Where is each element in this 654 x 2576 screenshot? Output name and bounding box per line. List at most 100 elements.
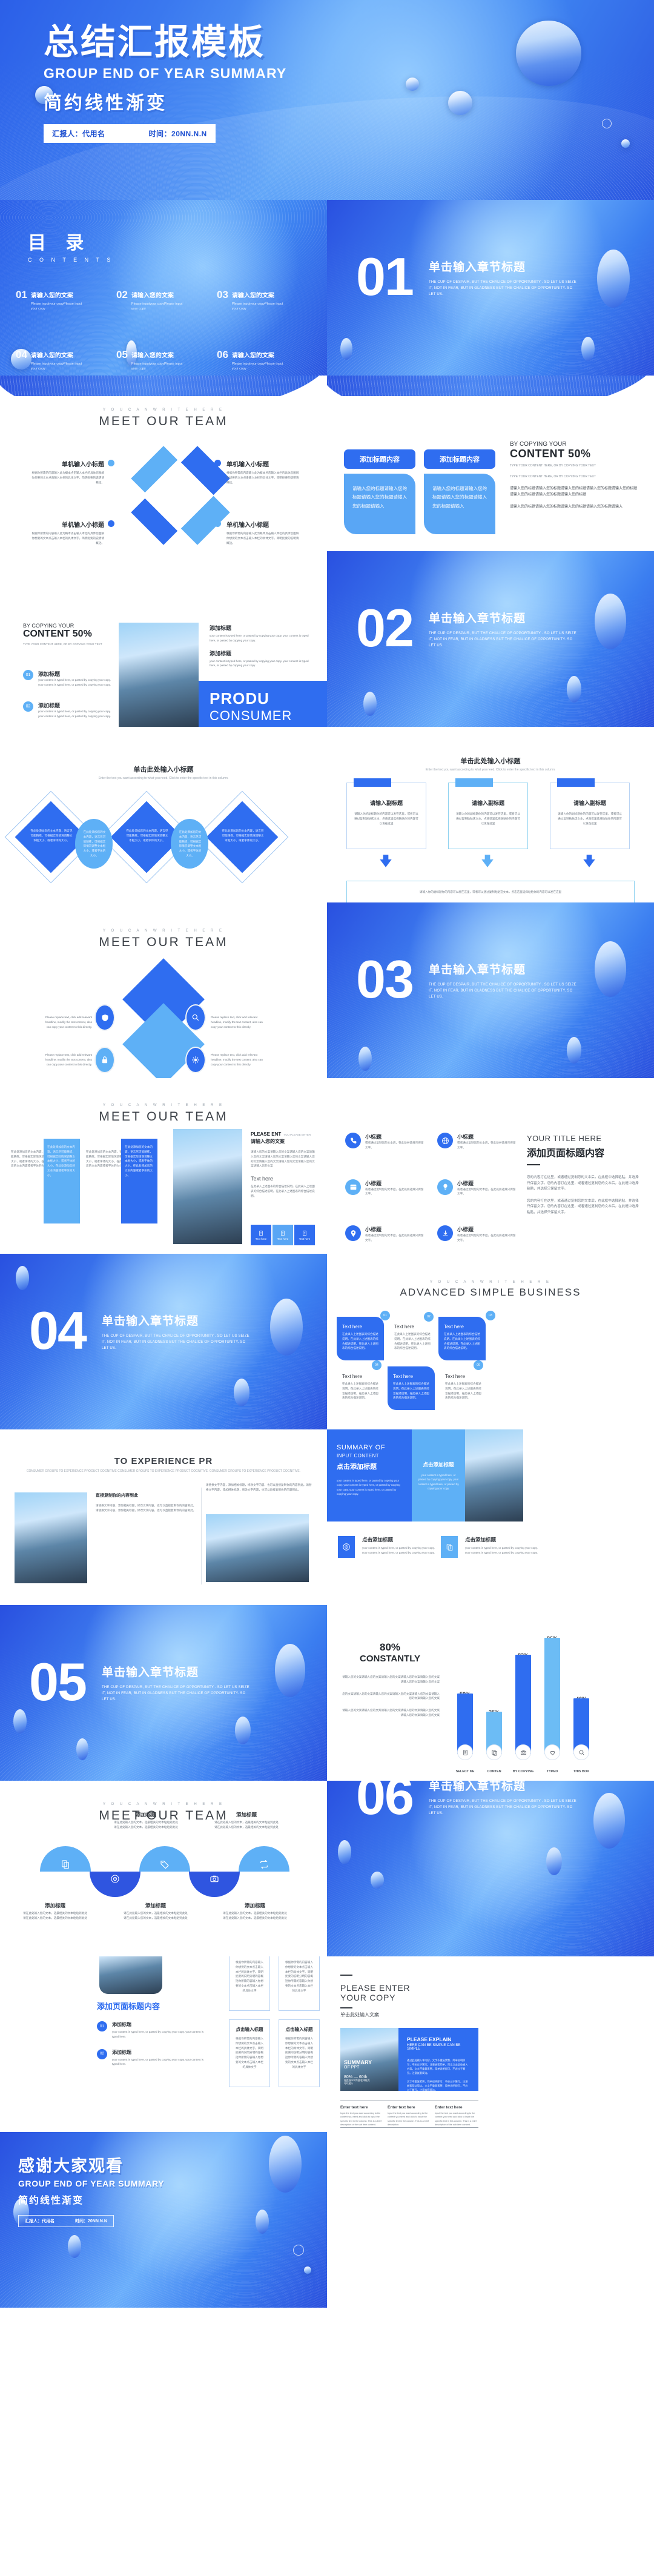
card-header-1[interactable]: 添加标题内容 [344,449,415,469]
last-item-2[interactable]: 02 添加标题 your content is typed here, or p… [97,2048,218,2067]
slide-experience-pr[interactable]: TO EXPERIENCE PR CONSUMER GROUPS TO EXPE… [0,1429,327,1605]
slide-three-cards-arrows[interactable]: 单击此处输入小标题 Enter the text you want accord… [327,727,654,902]
node-icon-1[interactable] [94,1004,115,1031]
node-icon-4[interactable] [185,1047,206,1073]
node-text-2: Please replace text, click add relevant … [45,1053,92,1066]
slide-section-04[interactable]: 04 单击输入章节标题 THE CUP OF DESPAIR, BUT THE … [0,1254,327,1429]
semi-top-2[interactable] [139,1846,190,1872]
icon-item-phone[interactable]: 小标题 或者通过复制您的文本后，在此处并选择只保留文字。 [345,1133,424,1150]
slide-section-02[interactable]: 02 单击输入章节标题 THE CUP OF DESPAIR, BUT THE … [327,551,654,727]
slide-team-nodes[interactable]: Y O U C A N W R I T E H E R E MEET OUR T… [0,902,327,1078]
node-icon-2[interactable] [94,1047,115,1073]
summary-mid-body: your content is typed here, or pasted by… [418,1474,459,1491]
toc-item-06[interactable]: 06 请输入您的文案 Please inputyour copyPlease i… [217,349,312,372]
toc-item-02[interactable]: 02 请输入您的文案 Please inputyour copyPlease i… [116,290,212,312]
last-box-1[interactable]: 点击输入标题 根据你所需的内容输入你想要的文本点击输入本栏的具体文字。简明扼要的… [229,1956,270,2011]
your-title-block: YOUR TITLE HERE 添加页面标题内容 您的内容打在这里，或者通过复制… [527,1134,639,1216]
adv-card-1[interactable]: Text here 在此录入上述图表的综合描述说明。在此录入上述图表的综合描述说… [337,1317,384,1360]
toc-item-05[interactable]: 05 请输入您的文案 Please inputyour copyPlease i… [116,349,212,372]
slide-title: 单击此处输入小标题 [133,766,194,773]
last-box-2[interactable]: 点击输入标题 根据你所需的内容输入你想要的文本点击输入本栏的具体文字。简明扼要的… [279,1956,320,2011]
adv-card-3[interactable]: Text here 在此录入上述图表的综合描述说明。在此录入上述图表的综合描述说… [438,1317,486,1360]
icon-item-pin[interactable]: 小标题 或者通过复制您的文本后，在此处并选择只保留文字。 [345,1225,424,1243]
toc-num: 02 [116,289,128,300]
semi-top-3[interactable] [239,1846,289,1872]
adv-card-5[interactable]: Text here 在此录入上述图表的综合描述说明。在此录入上述图表的综合描述说… [388,1366,435,1410]
summary-bottom-2[interactable]: 点击添加标题 your content is typed here, or pa… [441,1536,543,1558]
last-item-1[interactable]: 01 添加标题 your content is typed here, or p… [97,2021,218,2039]
slide-section-01[interactable]: 01 单击输入章节标题 THE CUP OF DESPAIR, BUT THE … [327,200,654,376]
slide-toc[interactable]: 目 录 C O N T E N T S 01 请输入您的文案 Please in… [0,200,327,376]
footer-title: Enter text here [435,2105,463,2110]
semi-bottom-2[interactable] [189,1872,240,1897]
slide-team-circles[interactable]: Y O U C A N W R I T E H E R E MEET OUR T… [0,1781,327,1956]
chart-side-text-3: 请输入您的文案请输入您的文案请输入您的文案请输入您的文案请输入您的文案请输入您的… [342,1709,440,1717]
bar-4[interactable] [544,1638,560,1754]
semi-top-1[interactable] [40,1846,91,1872]
toc-num: 04 [16,348,27,360]
semi-bottom-1[interactable] [90,1872,140,1897]
cover-date: 时间：20NN.N.N [148,129,207,138]
icon-item-download[interactable]: 小标题 或者通过复制您的文本后，在此处并选择只保留文字。 [437,1225,516,1243]
last-box-4[interactable]: 点击输入标题 根据你所需的内容输入你想要的文本点击输入本栏的具体文字。简明扼要的… [279,2019,320,2087]
toc-item-03[interactable]: 03 请输入您的文案 Please inputyour copyPlease i… [217,290,312,312]
bar-3[interactable] [515,1655,531,1754]
box-title: 点击输入标题 [285,2027,313,2032]
slide-advanced-business[interactable]: Y O U C A N W R I T E H E R E ADVANCED S… [327,1254,654,1429]
adv-card-2[interactable]: Text here 在此录入上述图表的综合描述说明。在此录入上述图表的综合描述说… [389,1317,436,1358]
ellipse-right [269,2136,302,2193]
section-body: 单击输入章节标题 THE CUP OF DESPAIR, BUT THE CHA… [429,961,580,1001]
icon-item-bulb[interactable]: 小标题 或者通过复制您的文本后，在此处并选择只保留文字。 [437,1179,516,1197]
card-tab [455,778,493,787]
ellipse-text: 在此处添加您的文本内容，语言尽可能精练，可根据实际情况调整文本框大小，或者字体的… [179,830,202,857]
slide-diamond-row[interactable]: 单击此处输入小标题 Enter the text you want accord… [0,727,327,902]
chart-title-line1: 80% [379,1641,401,1653]
last-title: 添加页面标题内容 [97,2002,160,2011]
tile-1[interactable]: Text here [251,1225,271,1245]
slide-last-content[interactable]: 添加页面标题内容 01 添加标题 your content is typed h… [0,1956,327,2132]
slide-summary[interactable]: SUMMARY OF INPUT CONTENT 点击添加标题 your con… [327,1429,654,1605]
arrow-card-3[interactable]: 请输入副标题 请输入你的副标题你的内容可以发在这里，或者可以通过复制粘贴这文本，… [550,778,630,867]
slide-thanks[interactable]: 感谢大家观看 GROUP END OF YEAR SUMMARY 简约线性渐变 … [0,2132,327,2308]
number-badge: 02 [97,2048,107,2059]
item-title: 单机输入小标题 [226,522,269,529]
slide-bar-chart[interactable]: 80% CONSTANTLY 请输入您的文案请输入您的文案请输入您的文案请输入您… [327,1605,654,1781]
building-photo-2 [206,1514,309,1582]
card-header-2[interactable]: 添加标题内容 [424,449,495,469]
slide-team-columns[interactable]: Y O U C A N W R I T E H E R E MEET OUR T… [0,1078,327,1254]
adv-card-body: 在此录入上述图表的综合描述说明。在此录入上述图表的综合描述说明。在此录入上述图表… [342,1333,378,1350]
adv-card-4[interactable]: Text here 在此录入上述图表的综合描述说明。在此录入上述图表的综合描述说… [337,1366,384,1408]
bar-cat-2: CONTEN [487,1770,501,1773]
last-box-3[interactable]: 点击输入标题 根据你所需的内容输入你想要的文本点击输入本栏的具体文字。简明扼要的… [229,2019,270,2087]
your-title-cn: 添加页面标题内容 [527,1148,605,1159]
adv-card-6[interactable]: Text here 在此录入上述图表的综合描述说明。在此录入上述图表的综合描述说… [440,1366,487,1408]
node-icon-3[interactable] [185,1004,206,1031]
tile-3[interactable]: Text here [294,1225,315,1245]
arrow-card-1[interactable]: 请输入副标题 请输入你的副标题你的内容可以发在这里，或者可以通过复制粘贴这文本，… [346,778,426,867]
toc-item-04[interactable]: 04 请输入您的文案 Please inputyour copyPlease i… [16,349,111,372]
your-title-body: 您的内容打在这里，或者通过复制您的文本后，在此框中选择粘贴，并选择只保留文字。您… [527,1176,639,1191]
slide-content-50-a[interactable]: 添加标题内容 请输入您的标题请输入您的标题请输入您的标题请输入您的标题请输入 添… [327,376,654,551]
summary-bottom-1[interactable]: 点击添加标题 your content is typed here, or pa… [338,1536,440,1558]
slide-section-06[interactable]: 06 单击输入章节标题 THE CUP OF DESPAIR, BUT THE … [327,1781,654,1956]
please-ent-kicker: PLEASE ENT [251,1131,282,1137]
toc-item-01[interactable]: 01 请输入您的文案 Please inputyour copyPlease i… [16,290,111,312]
toc-label: 请输入您的文案 [131,352,174,359]
slide-please-enter[interactable]: PLEASE ENTER YOUR COPY 单击此处输入文案 SUMMARY … [327,1956,654,2132]
section-title: 单击输入章节标题 [102,1315,199,1328]
icon-item-globe[interactable]: 小标题 或者通过复制您的文本后，在此处并选择只保留文字。 [437,1133,516,1150]
number-badge: 02 [23,701,33,712]
slide-icon-grid[interactable]: 小标题 或者通过复制您的文本后，在此处并选择只保留文字。 小标题 或者通过复制您… [327,1078,654,1254]
toc-label: 请输入您的文案 [30,293,73,299]
slide-section-03[interactable]: 03 单击输入章节标题 THE CUP OF DESPAIR, BUT THE … [327,902,654,1078]
slide-team-diamonds[interactable]: Y O U C A N W R I T E H E R E MEET OUR T… [0,376,327,551]
slide-cover[interactable]: 总结汇报模板 GROUP END OF YEAR SUMMARY 简约线性渐变 … [0,0,654,200]
slide-section-05[interactable]: 05 单击输入章节标题 THE CUP OF DESPAIR, BUT THE … [0,1605,327,1781]
arrow-card-2[interactable]: 请输入副标题 请输入你的副标题你的内容可以发在这里，或者可以通过复制粘贴这文本，… [448,778,528,867]
tile-2[interactable]: Text here [272,1225,293,1245]
diamond-row: 在此处添加您的文本内容，语言尽可能精练，可根据实际情况调整文本框大小，或者字体的… [4,790,315,894]
toc-sub: Please inputyour copyPlease input your c… [30,362,82,371]
bullet-dot [108,460,114,466]
slide-product-consumer[interactable]: BY COPYING YOUR CONTENT 50% TYPE YOUR CO… [0,551,327,727]
icon-item-calendar[interactable]: 小标题 或者通过复制您的文本后，在此处并选择只保留文字。 [345,1179,424,1197]
